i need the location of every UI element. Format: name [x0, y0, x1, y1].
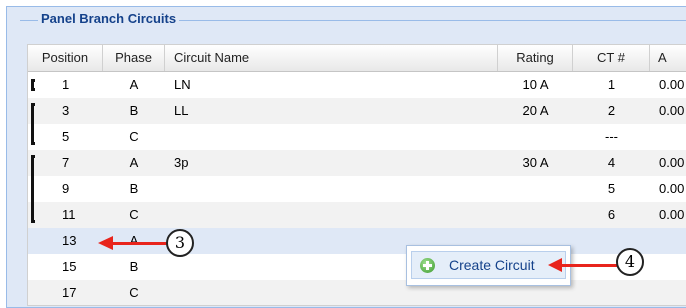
circuit-group-bracket — [31, 155, 35, 223]
cell-position: 1 — [62, 77, 70, 92]
column-header-rating[interactable]: Rating — [498, 45, 573, 71]
cell-position: 9 — [62, 181, 70, 196]
cell-rating: 10 A — [522, 77, 549, 92]
cell-ct: 6 — [607, 207, 616, 222]
cell-ct: 2 — [607, 103, 616, 118]
column-header-circuit-name[interactable]: Circuit Name — [165, 45, 498, 71]
cell-phase: C — [129, 129, 139, 144]
cell-rating — [498, 176, 573, 202]
cell-rating: 20 A — [522, 103, 549, 118]
table-row-selected[interactable]: 13 A — [28, 228, 686, 254]
cell-ct: 1 — [607, 77, 616, 92]
cell-a: 0.00 — [659, 155, 685, 170]
cell-position: 7 — [62, 155, 70, 170]
cell-position: 5 — [62, 129, 70, 144]
table-row[interactable]: 15 B — [28, 254, 686, 280]
cell-position: 13 — [62, 233, 77, 248]
cell-phase: B — [129, 181, 139, 196]
cell-circuit-name: LL — [174, 103, 189, 118]
cell-a: 0.00 — [659, 181, 685, 196]
cell-rating — [498, 124, 573, 150]
cell-a: 0.00 — [659, 103, 685, 118]
cell-phase: B — [129, 103, 139, 118]
cell-a: 0.00 — [659, 207, 685, 222]
circuit-group-bracket — [31, 103, 35, 145]
cell-phase: C — [129, 207, 139, 222]
column-header-position[interactable]: Position — [28, 45, 103, 71]
callout-badge: 3 — [166, 229, 194, 257]
table-row[interactable]: 7 A 3p 30 A 4 0.00 — [28, 150, 686, 176]
cell-ct: 4 — [607, 155, 616, 170]
cell-phase: B — [129, 259, 139, 274]
cell-ct: 5 — [607, 181, 616, 196]
table-row[interactable]: 17 C — [28, 280, 686, 305]
arrow-head-icon — [98, 236, 113, 250]
cell-rating — [498, 202, 573, 228]
cell-ct: --- — [605, 129, 618, 144]
cell-position: 17 — [62, 285, 77, 300]
grid-header: Position Phase Circuit Name Rating CT # … — [28, 45, 686, 72]
cell-position: 3 — [62, 103, 70, 118]
add-icon — [420, 258, 435, 273]
callout-arrow — [560, 264, 618, 267]
cell-phase: C — [129, 285, 139, 300]
circuit-group-bracket — [31, 79, 35, 91]
cell-ct — [573, 280, 650, 305]
cell-circuit-name: 3p — [174, 155, 189, 170]
callout-arrow — [112, 242, 168, 245]
table-row[interactable]: 3 B LL 20 A 2 0.00 — [28, 98, 686, 124]
cell-rating: 30 A — [522, 155, 549, 170]
create-circuit-menu-item[interactable]: Create Circuit — [411, 251, 566, 279]
callout-badge: 4 — [616, 248, 644, 276]
column-header-a[interactable]: A — [650, 45, 686, 71]
cell-position: 15 — [62, 259, 77, 274]
cell-a: 0.00 — [659, 77, 685, 92]
arrow-head-icon — [548, 258, 562, 272]
cell-phase: A — [129, 155, 139, 170]
table-row[interactable]: 5 C --- — [28, 124, 686, 150]
create-circuit-label: Create Circuit — [449, 257, 535, 273]
column-header-ct[interactable]: CT # — [573, 45, 650, 71]
table-row[interactable]: 11 C 6 0.00 — [28, 202, 686, 228]
panel-title: Panel Branch Circuits — [38, 10, 180, 28]
table-row[interactable]: 1 A LN 10 A 1 0.00 — [28, 72, 686, 98]
cell-circuit-name: LN — [174, 77, 191, 92]
context-menu: Create Circuit — [406, 245, 571, 286]
cell-phase: A — [129, 77, 139, 92]
table-row[interactable]: 9 B 5 0.00 — [28, 176, 686, 202]
cell-position: 11 — [62, 207, 76, 222]
column-header-phase[interactable]: Phase — [103, 45, 165, 71]
